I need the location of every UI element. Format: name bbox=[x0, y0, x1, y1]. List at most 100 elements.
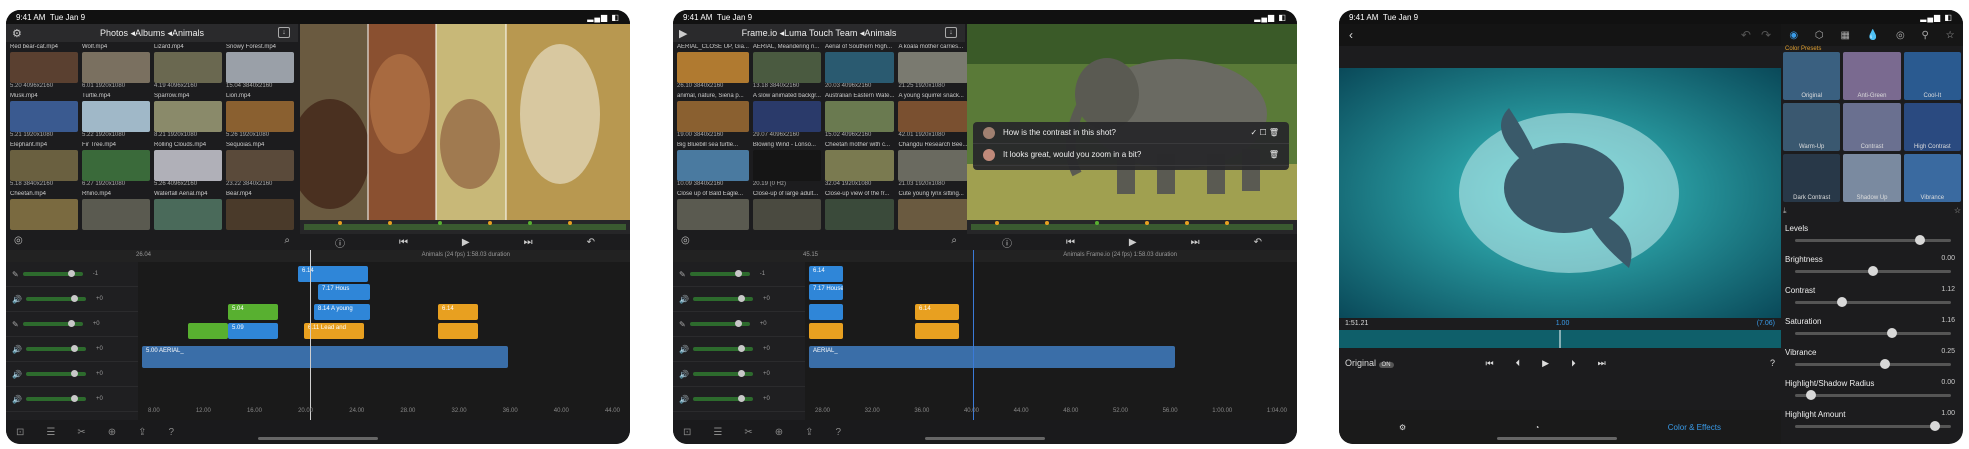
clip-block[interactable]: 7.17 House bbox=[809, 284, 843, 300]
redo-icon[interactable]: ↷ bbox=[1761, 28, 1771, 42]
speaker-icon[interactable]: 🔊 bbox=[679, 395, 689, 404]
volume-slider[interactable] bbox=[25, 295, 86, 302]
star-icon[interactable]: ☆ bbox=[1946, 30, 1955, 41]
media-clip[interactable]: Changdu Research Bee... 21.03 1920x1080 bbox=[898, 142, 968, 189]
track-header[interactable]: ✎ +0 bbox=[673, 312, 805, 337]
media-clip[interactable]: Lion.mp4 5.26 1920x1080 bbox=[226, 93, 294, 140]
layers-icon[interactable]: ☰ bbox=[713, 427, 722, 438]
color-preset[interactable]: Cool-It bbox=[1903, 52, 1961, 100]
skip-back-icon[interactable]: ⏮ bbox=[1066, 237, 1075, 248]
clip-block[interactable] bbox=[915, 323, 959, 339]
timeline-lanes[interactable]: 6.14 7.17 Hous 5.04 8.14 A young 6.14 5.… bbox=[138, 262, 630, 422]
media-clip[interactable]: Sparrow.mp4 8.21 1920x1080 bbox=[154, 93, 222, 140]
slider-track[interactable] bbox=[1795, 421, 1951, 431]
slider-knob[interactable] bbox=[1914, 235, 1925, 245]
media-clip[interactable]: Waterfall Aerial.mp4 bbox=[154, 191, 222, 238]
settings-icon[interactable]: ⊡ bbox=[683, 427, 691, 438]
media-clip[interactable]: Snowy Forest.mp4 15.04 3840x2160 bbox=[226, 44, 294, 91]
clip-block[interactable]: 6.14 bbox=[809, 266, 843, 282]
add-icon[interactable]: ⊕ bbox=[108, 427, 116, 438]
clip-block[interactable]: 6.14 bbox=[915, 304, 959, 320]
volume-slider[interactable] bbox=[25, 345, 86, 352]
speaker-icon[interactable]: 🔊 bbox=[12, 370, 22, 379]
media-clip[interactable]: Lizard.mp4 4.19 4096x2160 bbox=[154, 44, 222, 91]
track-header[interactable]: 🔊 +0 bbox=[673, 337, 805, 362]
playhead[interactable] bbox=[973, 250, 974, 422]
gear-icon[interactable]: ⚙ bbox=[12, 27, 22, 40]
clip-block[interactable] bbox=[438, 323, 478, 339]
back-icon[interactable]: ‹ bbox=[1349, 28, 1353, 42]
clip-block[interactable]: 6.14 bbox=[298, 266, 368, 282]
slider-knob[interactable] bbox=[1930, 421, 1941, 431]
media-clip[interactable]: Sequoias.mp4 23.22 3840x2160 bbox=[226, 142, 294, 189]
track-header[interactable]: 🔊 +0 bbox=[6, 362, 138, 387]
adjust-icon[interactable]: ◔ bbox=[1535, 423, 1540, 432]
undo-icon[interactable]: ↶ bbox=[1741, 28, 1751, 42]
skip-back-icon[interactable]: ⏮ bbox=[1486, 358, 1494, 369]
breadcrumb[interactable]: Photos ◂Albums ◂Animals bbox=[100, 28, 204, 39]
info-icon[interactable]: ⓘ bbox=[335, 235, 345, 250]
original-toggle[interactable]: ON bbox=[1378, 362, 1394, 368]
cube-icon[interactable]: ⬡ bbox=[1815, 30, 1824, 41]
color-preset[interactable]: Anti-Green bbox=[1843, 52, 1901, 100]
track-header[interactable]: ✎ -1 bbox=[6, 262, 138, 287]
media-clip[interactable]: Aerial of Southern Righ... 20.03 4096x216… bbox=[824, 44, 895, 91]
track-header[interactable]: 🔊 +0 bbox=[673, 387, 805, 412]
media-clip[interactable]: animal, nature, Siena p... 19.00 3840x216… bbox=[677, 93, 749, 140]
share-icon[interactable]: ⇪ bbox=[138, 427, 146, 438]
import-icon[interactable]: ↓ bbox=[278, 27, 290, 38]
speaker-icon[interactable]: 🔊 bbox=[12, 395, 22, 404]
help-icon[interactable]: ? bbox=[1770, 358, 1775, 368]
pen-icon[interactable]: ✎ bbox=[12, 320, 19, 329]
clip-block[interactable]: 6.11 Lead and bbox=[304, 323, 364, 339]
volume-slider[interactable] bbox=[22, 320, 83, 327]
media-clip[interactable]: Musk.mp4 5.21 1920x1080 bbox=[10, 93, 78, 140]
color-preset[interactable]: Vibrance bbox=[1903, 154, 1961, 202]
undo-icon[interactable]: ↶ bbox=[1254, 237, 1262, 248]
color-preset[interactable]: Dark Contrast bbox=[1783, 154, 1841, 202]
video-track-strip[interactable]: 5.00 AERIAL_ bbox=[142, 346, 508, 368]
slider-knob[interactable] bbox=[1868, 266, 1878, 276]
split-icon[interactable]: ✂ bbox=[77, 427, 85, 438]
media-clip[interactable]: Elephant.mp4 5.18 3840x2160 bbox=[10, 142, 78, 189]
track-header[interactable]: ✎ -1 bbox=[673, 262, 805, 287]
slider-knob[interactable] bbox=[1886, 328, 1897, 338]
slider-track[interactable] bbox=[1795, 328, 1951, 338]
help-icon[interactable]: ? bbox=[836, 427, 842, 438]
speaker-icon[interactable]: 🔊 bbox=[679, 345, 689, 354]
media-clip[interactable]: Rolling Clouds.mp4 5.26 4096x2160 bbox=[154, 142, 222, 189]
frameio-icon[interactable]: ▶ bbox=[679, 27, 687, 40]
info-icon[interactable]: ⓘ bbox=[1002, 235, 1012, 250]
drop-icon[interactable]: 💧 bbox=[1867, 30, 1879, 41]
volume-slider[interactable] bbox=[689, 270, 750, 277]
comment-item[interactable]: It looks great, would you zoom in a bit?… bbox=[973, 144, 1289, 166]
color-preset[interactable]: Contrast bbox=[1843, 103, 1901, 151]
speaker-icon[interactable]: 🔊 bbox=[679, 295, 689, 304]
frame-forward-icon[interactable]: ⏵ bbox=[1571, 358, 1576, 369]
media-clip[interactable]: Wolf.mp4 6.01 1920x1080 bbox=[82, 44, 150, 91]
speaker-icon[interactable]: 🔊 bbox=[679, 370, 689, 379]
check-icon[interactable]: ◎ bbox=[681, 235, 690, 246]
media-clip[interactable]: Close-up view of the fr... bbox=[824, 191, 895, 238]
adjustment-slider[interactable]: Saturation 1.16 bbox=[1783, 315, 1959, 346]
media-clip[interactable]: AERIAL_CLOSE UP, Gia... 26.10 3840x2160 bbox=[677, 44, 749, 91]
mini-timeline[interactable] bbox=[300, 220, 630, 234]
favorite-star-icon[interactable]: ☆ bbox=[1954, 206, 1961, 215]
download-icon[interactable]: ⤓ bbox=[1783, 206, 1787, 215]
preview-viewer[interactable] bbox=[1339, 68, 1781, 318]
slider-knob[interactable] bbox=[1836, 297, 1847, 307]
play-icon[interactable]: ▶ bbox=[462, 237, 470, 248]
breadcrumb[interactable]: Frame.io ◂Luma Touch Team ◂Animals bbox=[742, 28, 897, 39]
media-clip[interactable]: Blowing Wind - Lonso... 20.19 (0 Hz) bbox=[752, 142, 821, 189]
speaker-icon[interactable]: 🔊 bbox=[12, 295, 22, 304]
color-preset[interactable]: High Contrast bbox=[1903, 103, 1961, 151]
color-preset[interactable]: Warm-Up bbox=[1783, 103, 1841, 151]
playhead[interactable] bbox=[310, 250, 311, 422]
volume-slider[interactable] bbox=[692, 370, 753, 377]
adjustment-slider[interactable]: Highlight Amount 1.00 bbox=[1783, 408, 1959, 439]
volume-slider[interactable] bbox=[689, 320, 750, 327]
timeline-lanes[interactable]: 6.14 7.17 House 6.14 AERIAL_ bbox=[805, 262, 1297, 422]
media-clip[interactable]: Cheetah mother with c... 32.04 1920x1080 bbox=[824, 142, 895, 189]
clip-block[interactable] bbox=[809, 304, 843, 320]
mini-timeline[interactable] bbox=[967, 220, 1297, 234]
